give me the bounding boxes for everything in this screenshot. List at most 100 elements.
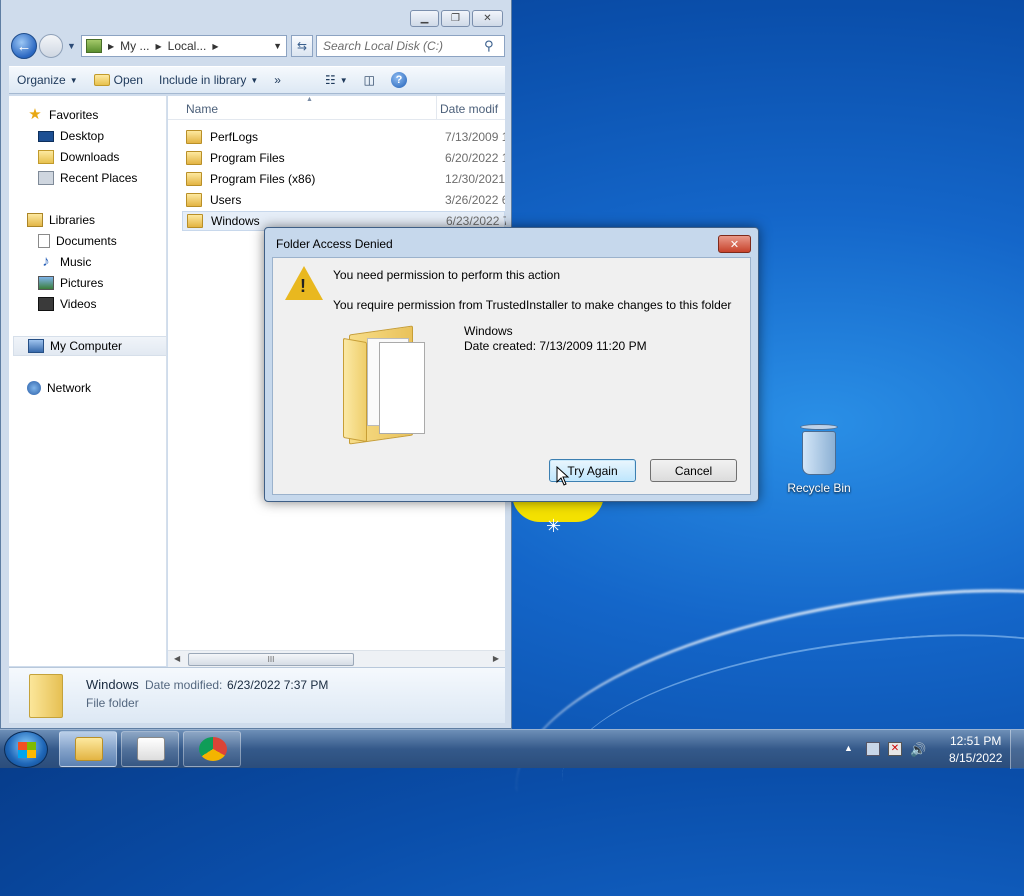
- nav-item-libraries[interactable]: Libraries: [27, 210, 167, 230]
- explorer-icon: [75, 737, 103, 761]
- breadcrumb-arrow-icon[interactable]: ▶: [108, 42, 114, 51]
- table-row[interactable]: Program Files 6/20/2022 1: [182, 148, 505, 168]
- file-name: Windows: [211, 214, 260, 228]
- nav-item-favorites[interactable]: ★ Favorites: [27, 105, 167, 125]
- network-icon: [27, 381, 41, 395]
- computer-icon: [86, 39, 102, 53]
- close-icon: ✕: [729, 238, 740, 251]
- table-row[interactable]: Program Files (x86) 12/30/2021: [182, 169, 505, 189]
- column-date-modified[interactable]: Date modif: [440, 102, 498, 116]
- volume-icon[interactable]: 🔊: [910, 742, 926, 757]
- change-view-button[interactable]: ☷ ▼: [317, 67, 356, 93]
- breadcrumb-arrow-icon[interactable]: ▶: [156, 42, 162, 51]
- nav-item-videos[interactable]: Videos: [38, 294, 167, 314]
- folder-icon: [187, 214, 203, 228]
- details-modified-label: Date modified:: [145, 678, 223, 692]
- horizontal-scrollbar[interactable]: ◀ III ▶: [168, 650, 505, 667]
- music-note-icon: ♪: [42, 253, 50, 270]
- taskbar-chrome-button[interactable]: [183, 731, 241, 767]
- help-button[interactable]: ?: [383, 67, 415, 93]
- address-dropdown-icon[interactable]: ▼: [273, 41, 282, 51]
- scroll-right-icon[interactable]: ▶: [493, 654, 499, 663]
- back-arrow-icon: ←: [16, 37, 32, 55]
- file-date: 7/13/2009 1: [445, 130, 505, 144]
- more-label: »: [274, 73, 281, 87]
- desktop-icon: [38, 130, 54, 142]
- include-in-library-button[interactable]: Include in library ▼: [151, 67, 266, 93]
- dialog-folder-date: Date created: 7/13/2009 11:20 PM: [464, 339, 647, 353]
- search-icon[interactable]: ⚲: [484, 38, 504, 54]
- close-button[interactable]: ✕: [472, 10, 503, 27]
- folder-icon: [186, 193, 202, 207]
- back-button[interactable]: ←: [11, 33, 37, 59]
- open-button[interactable]: Open: [86, 67, 151, 93]
- clock-time[interactable]: 12:51 PM: [950, 734, 1001, 748]
- column-name[interactable]: Name: [186, 102, 218, 116]
- scrollbar-thumb[interactable]: III: [188, 653, 354, 666]
- warning-exclamation: !: [300, 276, 306, 296]
- dialog-close-button[interactable]: ✕: [718, 235, 751, 253]
- table-row[interactable]: PerfLogs 7/13/2009 1: [182, 127, 505, 147]
- breadcrumb-arrow-icon[interactable]: ▶: [212, 42, 218, 51]
- preview-pane-button[interactable]: ◫: [356, 67, 383, 93]
- nav-item-recent-places[interactable]: Recent Places: [38, 168, 167, 188]
- nav-label: Downloads: [60, 150, 120, 164]
- minimize-button[interactable]: ▁: [410, 10, 439, 27]
- folder-icon: [29, 674, 63, 718]
- table-row[interactable]: Users 3/26/2022 6: [182, 190, 505, 210]
- show-desktop-button[interactable]: [1010, 730, 1024, 769]
- star-icon: ★: [28, 106, 42, 123]
- more-commands-button[interactable]: »: [266, 67, 289, 93]
- nav-label: Pictures: [60, 276, 104, 290]
- clock-date[interactable]: 8/15/2022: [949, 751, 1002, 765]
- action-center-icon[interactable]: ✕: [888, 742, 902, 756]
- maximize-button[interactable]: ❐: [441, 10, 470, 27]
- nav-item-my-computer[interactable]: My Computer: [13, 336, 167, 356]
- forward-button[interactable]: [39, 34, 63, 58]
- search-input[interactable]: Search Local Disk (C:) ⚲: [316, 35, 505, 57]
- refresh-button[interactable]: ⇆: [291, 35, 313, 57]
- network-status-icon[interactable]: [866, 742, 880, 756]
- address-bar[interactable]: ▶ My ... ▶ Local... ▶ ▼: [81, 35, 287, 57]
- show-hidden-icons-icon[interactable]: ▲: [844, 743, 853, 753]
- nav-item-network[interactable]: Network: [27, 378, 167, 398]
- cancel-button[interactable]: Cancel: [650, 459, 737, 482]
- breadcrumb-my-computer[interactable]: My ...: [120, 39, 149, 53]
- scroll-left-icon[interactable]: ◀: [174, 654, 180, 663]
- details-name: Windows: [86, 677, 139, 692]
- start-button[interactable]: [4, 731, 48, 768]
- nav-label: Documents: [56, 234, 117, 248]
- file-name: Users: [210, 193, 242, 207]
- recycle-bin-label: Recycle Bin: [787, 481, 851, 495]
- dialog-title: Folder Access Denied: [276, 237, 393, 251]
- nav-label: Recent Places: [60, 171, 138, 185]
- file-date: 3/26/2022 6: [445, 193, 505, 207]
- folder-icon: [186, 172, 202, 186]
- nav-item-desktop[interactable]: Desktop: [38, 126, 167, 146]
- column-divider[interactable]: [436, 96, 437, 120]
- nav-item-downloads[interactable]: Downloads: [38, 147, 167, 167]
- organize-label: Organize: [17, 73, 66, 87]
- chevron-down-icon: ▼: [339, 75, 348, 85]
- preview-pane-icon: ◫: [363, 73, 375, 87]
- breadcrumb-local-disk[interactable]: Local...: [168, 39, 207, 53]
- taskbar: ▲ ✕ 🔊 12:51 PM 8/15/2022: [0, 729, 1024, 769]
- nav-item-pictures[interactable]: Pictures: [38, 273, 167, 293]
- taskbar-media-player-button[interactable]: [121, 731, 179, 767]
- nav-label: Videos: [60, 297, 97, 311]
- include-label: Include in library: [158, 73, 247, 87]
- close-icon: ✕: [483, 13, 492, 24]
- chrome-icon: [199, 737, 227, 761]
- organize-button[interactable]: Organize ▼: [9, 67, 86, 93]
- recent-pages-dropdown[interactable]: ▼: [67, 41, 76, 51]
- taskbar-explorer-button[interactable]: [59, 731, 117, 767]
- dialog-folder-name: Windows: [464, 324, 513, 338]
- nav-item-music[interactable]: ♪ Music: [38, 252, 167, 272]
- nav-item-documents[interactable]: Documents: [38, 231, 167, 251]
- folder-icon: [343, 320, 429, 445]
- column-header: ▲ Name Date modif: [168, 96, 505, 120]
- wallpaper-sparkle: ✳: [546, 516, 562, 536]
- recycle-bin-shortcut[interactable]: Recycle Bin: [786, 424, 852, 495]
- recent-places-icon: [38, 171, 54, 185]
- details-modified-value: 6/23/2022 7:37 PM: [227, 678, 329, 692]
